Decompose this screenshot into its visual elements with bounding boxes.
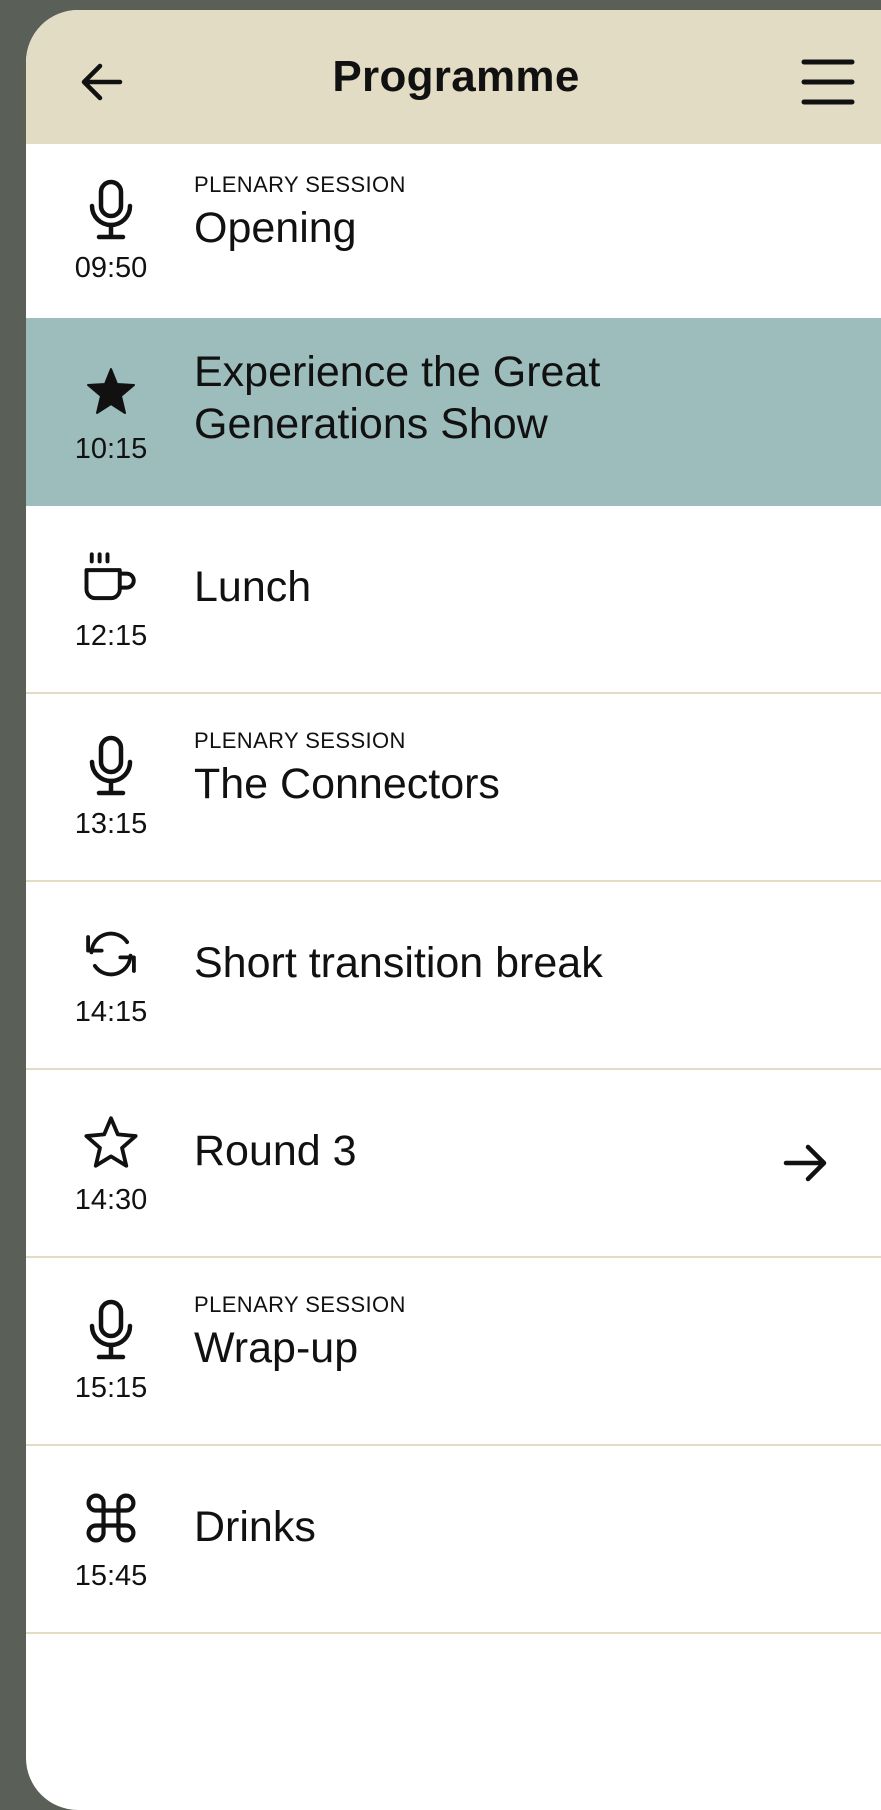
hamburger-menu-icon [801,59,855,105]
programme-item-transition-break[interactable]: 14:15 Short transition break [26,882,881,1070]
microphone-icon [83,1298,139,1362]
session-title: Lunch [194,563,312,611]
session-title: Wrap-up [194,1324,359,1372]
time-column: 15:45 [26,1486,194,1593]
time-column: 14:15 [26,922,194,1029]
session-text: PLENARY SESSION Opening [194,172,881,254]
session-time: 14:15 [74,995,148,1028]
session-type-label: PLENARY SESSION [194,1292,406,1317]
app-header: Programme [26,10,881,144]
session-type-label: PLENARY SESSION [194,172,406,197]
programme-item-round-3[interactable]: 14:30 Round 3 [26,1070,881,1258]
star-filled-icon [83,359,139,423]
menu-button[interactable] [796,50,860,114]
time-column: 14:30 [26,1110,194,1217]
command-icon [83,1486,139,1550]
page-title: Programme [332,52,580,101]
refresh-icon [83,922,139,986]
session-text: Short transition break [194,937,881,989]
microphone-icon [83,178,139,242]
programme-item-the-connectors[interactable]: 13:15 PLENARY SESSION The Connectors [26,694,881,882]
session-text: Lunch [194,561,881,613]
session-time: 10:15 [74,432,148,465]
coffee-cup-icon [83,546,139,610]
programme-item-great-generations-show[interactable]: 10:15 Experience the Great Generations S… [26,318,881,506]
open-details-button[interactable] [778,1135,834,1191]
programme-item-drinks[interactable]: 15:45 Drinks [26,1446,881,1634]
session-time: 12:15 [74,619,148,652]
session-time: 09:50 [74,251,148,284]
programme-item-wrap-up[interactable]: 15:15 PLENARY SESSION Wrap-up [26,1258,881,1446]
star-outline-icon [83,1110,139,1174]
programme-item-lunch[interactable]: 12:15 Lunch [26,506,881,694]
session-text: Drinks [194,1501,881,1553]
phone-screen: Programme 09:50 PLENARY SESSION Opening [26,10,881,1810]
session-title: The Connectors [194,760,500,808]
microphone-icon [83,734,139,798]
time-column: 15:15 [26,1298,194,1405]
session-text: PLENARY SESSION The Connectors [194,728,881,810]
session-text: PLENARY SESSION Wrap-up [194,1292,881,1374]
session-title: Drinks [194,1503,316,1551]
arrow-right-icon [783,1144,827,1182]
session-time: 15:45 [74,1559,148,1592]
session-time: 14:30 [74,1183,148,1216]
session-type-label: PLENARY SESSION [194,728,406,753]
session-title: Opening [194,204,357,252]
time-column: 10:15 [26,359,194,466]
session-time: 15:15 [74,1371,148,1404]
session-title: Short transition break [194,939,603,987]
session-time: 13:15 [74,807,148,840]
time-column: 09:50 [26,178,194,285]
session-text: Experience the Great Generations Show [194,346,881,450]
time-column: 13:15 [26,734,194,841]
session-title: Experience the Great Generations Show [194,348,601,448]
programme-item-opening[interactable]: 09:50 PLENARY SESSION Opening [26,144,881,318]
time-column: 12:15 [26,546,194,653]
